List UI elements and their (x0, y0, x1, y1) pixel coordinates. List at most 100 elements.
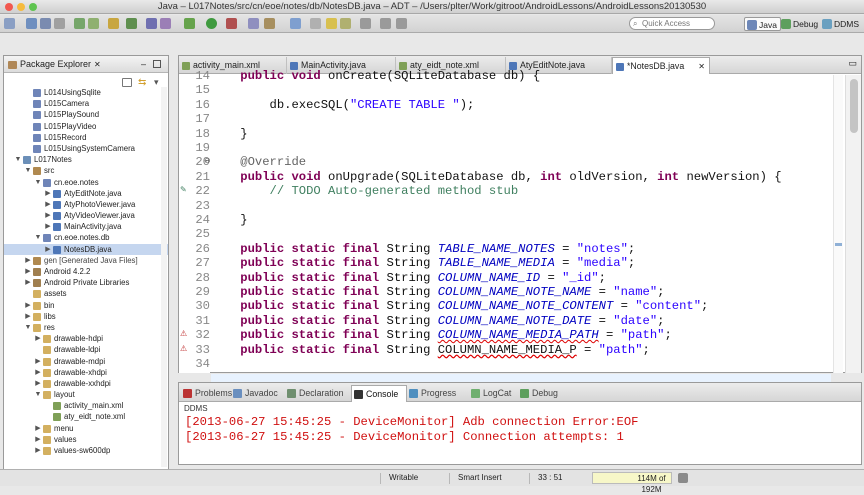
zoom-window-button[interactable] (29, 3, 37, 11)
minimize-view-icon[interactable]: – (141, 56, 146, 73)
tree-item[interactable]: ▶ AtyVideoViewer.java (4, 210, 168, 221)
tree-item[interactable]: ▶ drawable-hdpi (4, 333, 168, 344)
back-icon[interactable] (380, 18, 391, 29)
tree-item[interactable]: ▶ values-sw600dp (4, 445, 168, 456)
android-sdk-icon[interactable] (74, 18, 85, 29)
toggle-highlight-icon[interactable] (340, 18, 351, 29)
expanded-twisty-icon[interactable]: ▼ (14, 154, 22, 165)
external-tools-icon[interactable] (226, 18, 237, 29)
new-class-icon[interactable] (146, 18, 157, 29)
tab-javadoc[interactable]: Javadoc (231, 385, 287, 402)
collapse-all-icon[interactable] (122, 78, 132, 87)
collapsed-twisty-icon[interactable]: ▶ (44, 199, 52, 210)
collapsed-twisty-icon[interactable]: ▶ (44, 221, 52, 232)
perspective-ddms[interactable]: DDMS (820, 17, 862, 31)
save-icon[interactable] (26, 18, 37, 29)
collapsed-twisty-icon[interactable]: ▶ (34, 445, 42, 456)
tree-item[interactable]: ▼ res (4, 322, 168, 333)
collapsed-twisty-icon[interactable]: ▶ (34, 333, 42, 344)
tree-item[interactable]: assets (4, 288, 168, 299)
open-task-icon[interactable] (290, 18, 301, 29)
tree-item[interactable]: L015PlayVideo (4, 121, 168, 132)
tab-logcat[interactable]: LogCat (469, 385, 517, 402)
tree-item[interactable]: ▶ Android Private Libraries (4, 277, 168, 288)
debug-icon[interactable] (184, 18, 195, 29)
expanded-twisty-icon[interactable]: ▼ (34, 232, 42, 243)
tree-item[interactable]: ▶ drawable-mdpi (4, 356, 168, 367)
new-icon[interactable] (4, 18, 15, 29)
tree-item[interactable]: ▼ cn.eoe.notes (4, 177, 168, 188)
perspective-java[interactable]: Java (744, 17, 781, 31)
collapsed-twisty-icon[interactable]: ▶ (24, 300, 32, 311)
tree-item[interactable]: ▼ L017Notes (4, 154, 168, 165)
tree-item[interactable]: ▶ MainActivity.java (4, 221, 168, 232)
quick-access-input[interactable]: ⌕ Quick Access (629, 17, 715, 30)
warning-marker-icon[interactable]: ⚠ (180, 344, 187, 353)
editor-tab[interactable]: *NotesDB.java ✕ (612, 57, 710, 74)
tree-item[interactable]: ▶ Android 4.2.2 (4, 266, 168, 277)
expanded-twisty-icon[interactable]: ▼ (24, 322, 32, 333)
perspective-debug[interactable]: Debug (779, 17, 821, 31)
status-insert-mode[interactable]: Smart Insert (458, 470, 502, 486)
next-annotation-icon[interactable] (360, 18, 371, 29)
heap-status[interactable]: 114M of 192M (592, 472, 672, 494)
tab-progress[interactable]: Progress (407, 385, 470, 402)
tree-item[interactable]: ▼ cn.eoe.notes.db (4, 232, 168, 243)
tree-item[interactable]: ▶ drawable-xhdpi (4, 367, 168, 378)
collapsed-twisty-icon[interactable]: ▶ (24, 311, 32, 322)
tab-console[interactable]: Console (351, 385, 407, 402)
tree-item[interactable]: ▶ libs (4, 311, 168, 322)
close-view-icon[interactable]: ✕ (94, 56, 101, 73)
close-window-button[interactable] (5, 3, 13, 11)
tab-debug[interactable]: Debug (518, 385, 564, 402)
tree-item[interactable]: L014UsingSqlite (4, 87, 168, 98)
editor-scroll-thumb[interactable] (850, 79, 858, 133)
tree-item[interactable]: ▶ NotesDB.java (4, 243, 168, 255)
search-icon[interactable] (264, 18, 275, 29)
tree-item[interactable]: L015Record (4, 132, 168, 143)
collapsed-twisty-icon[interactable]: ▶ (24, 266, 32, 277)
collapsed-twisty-icon[interactable]: ▶ (44, 188, 52, 199)
maximize-view-icon[interactable] (153, 60, 161, 68)
overview-ruler[interactable] (833, 75, 843, 373)
new-android-project-icon[interactable] (126, 18, 137, 29)
tree-item[interactable]: activity_main.xml (4, 400, 168, 411)
collapsed-twisty-icon[interactable]: ▶ (34, 356, 42, 367)
tree-item[interactable]: ▶ drawable-xxhdpi (4, 378, 168, 389)
run-icon[interactable] (206, 18, 217, 29)
tree-item[interactable]: ▶ AtyPhotoViewer.java (4, 199, 168, 210)
tree-item[interactable]: ▼ src (4, 165, 168, 176)
open-type-icon[interactable] (248, 18, 259, 29)
tree-item[interactable]: ▶ menu (4, 423, 168, 434)
collapsed-twisty-icon[interactable]: ▶ (34, 423, 42, 434)
code-area[interactable]: public void onCreate(SQLiteDatabase db) … (211, 69, 831, 389)
garbage-collect-icon[interactable] (678, 473, 688, 483)
expanded-twisty-icon[interactable]: ▼ (24, 165, 32, 176)
tree-item[interactable]: L015PlaySound (4, 109, 168, 120)
expanded-twisty-icon[interactable]: ▼ (34, 177, 42, 188)
collapsed-twisty-icon[interactable]: ▶ (34, 434, 42, 445)
print-icon[interactable] (54, 18, 65, 29)
lint-icon[interactable] (108, 18, 119, 29)
tree-item[interactable]: L015Camera (4, 98, 168, 109)
tree-item[interactable]: L015UsingSystemCamera (4, 143, 168, 154)
tree-item[interactable]: ▶ values (4, 434, 168, 445)
collapsed-twisty-icon[interactable]: ▶ (34, 378, 42, 389)
collapsed-twisty-icon[interactable]: ▶ (24, 255, 32, 266)
expanded-twisty-icon[interactable]: ▼ (34, 389, 42, 400)
fold-icon[interactable]: ⊖ (204, 156, 211, 165)
save-all-icon[interactable] (40, 18, 51, 29)
tree-item[interactable]: ▶ bin (4, 300, 168, 311)
tree-scrollbar[interactable] (161, 87, 167, 467)
avd-manager-icon[interactable] (88, 18, 99, 29)
tab-declaration[interactable]: Declaration (285, 385, 351, 402)
warning-marker-icon[interactable]: ⚠ (180, 329, 187, 338)
maximize-editor-icon[interactable]: ▭ (848, 58, 857, 69)
collapsed-twisty-icon[interactable]: ▶ (34, 367, 42, 378)
tree-item[interactable]: ▶ gen [Generated Java Files] (4, 255, 168, 266)
forward-icon[interactable] (396, 18, 407, 29)
collapsed-twisty-icon[interactable]: ▶ (44, 210, 52, 221)
editor-scrollbar[interactable] (845, 75, 861, 373)
tree-item[interactable]: drawable-ldpi (4, 344, 168, 355)
tree-item[interactable]: ▶ AtyEditNote.java (4, 188, 168, 199)
